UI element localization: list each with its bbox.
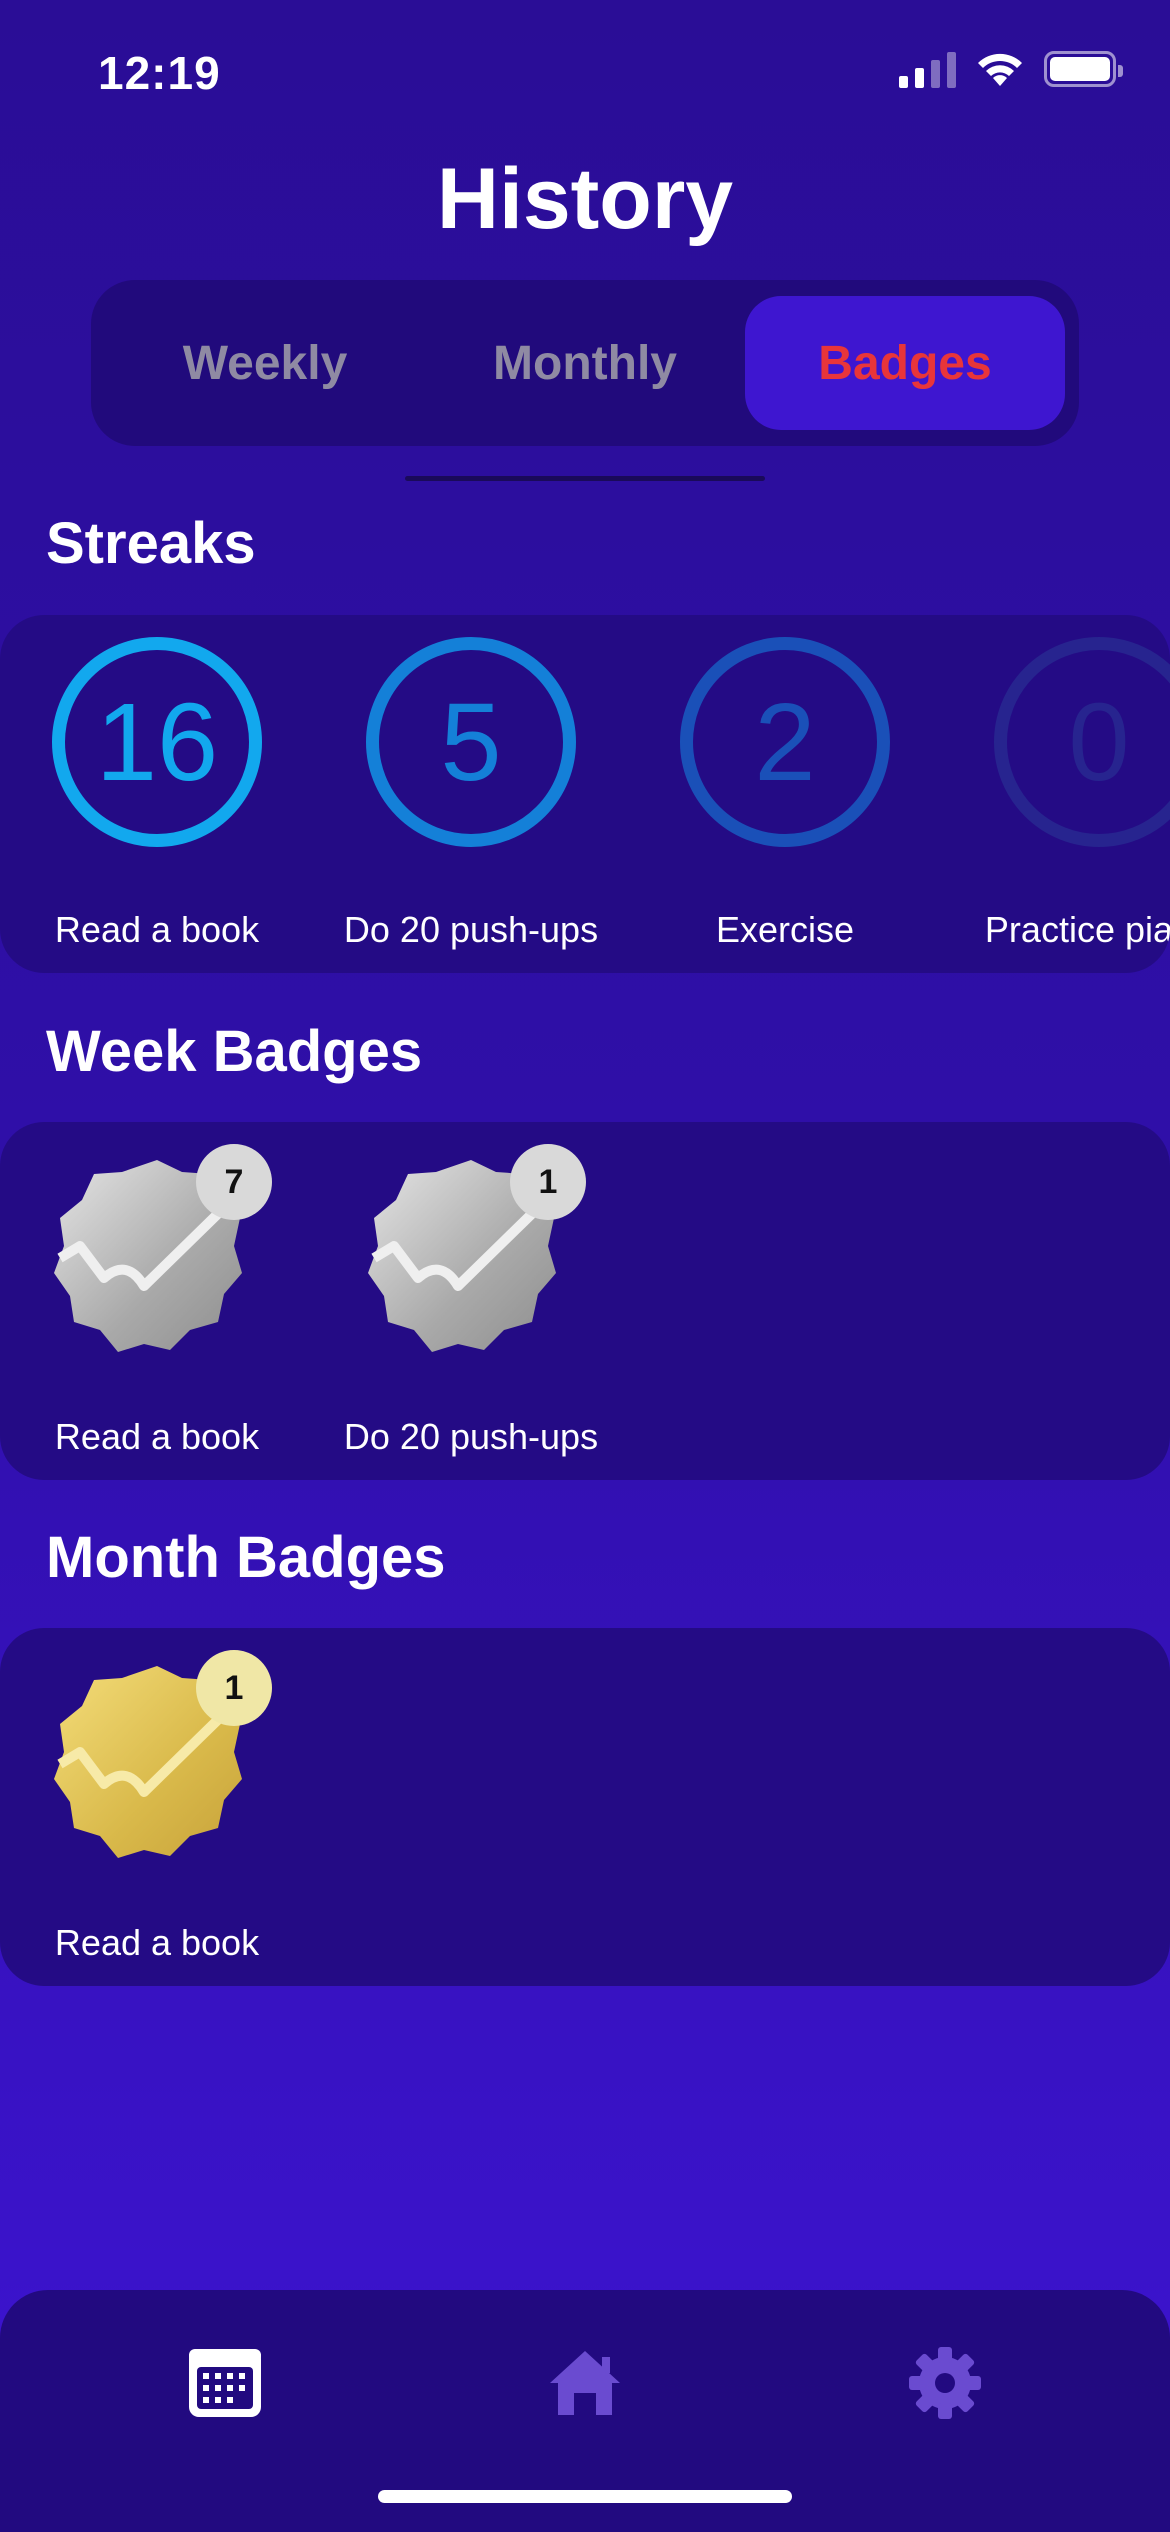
streak-item[interactable]: 16 Read a book [0, 615, 314, 973]
segment-badges[interactable]: Badges [745, 296, 1065, 430]
cellular-signal-icon [899, 50, 956, 88]
segmented-control: Weekly Monthly Badges [91, 280, 1079, 446]
tab-home[interactable] [530, 2328, 640, 2438]
segment-weekly[interactable]: Weekly [105, 296, 425, 430]
calendar-icon [189, 2349, 261, 2417]
streak-ring: 2 [680, 637, 890, 847]
home-indicator [378, 2490, 792, 2503]
segment-monthly[interactable]: Monthly [425, 296, 745, 430]
wifi-icon [978, 53, 1022, 86]
divider [405, 476, 765, 481]
week-badges-card: 7 Read a book 1 Do 20 push-ups [0, 1122, 1170, 1480]
home-icon [550, 2351, 620, 2415]
badge-label: Do 20 push-ups [343, 1416, 599, 1457]
streaks-title: Streaks [46, 511, 256, 576]
badge-label: Read a book [54, 1416, 260, 1457]
badge-item[interactable]: 7 Read a book [0, 1122, 314, 1480]
tab-settings[interactable] [890, 2328, 1000, 2438]
streak-item[interactable]: 5 Do 20 push-ups [314, 615, 628, 973]
streak-ring: 0 [994, 637, 1170, 847]
streaks-card[interactable]: 16 Read a book 5 Do 20 push-ups 2 Exerci… [0, 615, 1170, 973]
badge-count: 7 [196, 1144, 272, 1220]
streak-label: Do 20 push-ups [343, 909, 599, 950]
month-badges-title: Month Badges [46, 1525, 446, 1590]
streak-label: Practice piano [984, 909, 1170, 950]
week-badges-title: Week Badges [46, 1019, 423, 1084]
streak-item[interactable]: 2 Exercise [628, 615, 942, 973]
streak-label: Exercise [715, 909, 855, 950]
gear-icon [909, 2347, 981, 2419]
month-badges-card: 1 Read a book [0, 1628, 1170, 1986]
status-time: 12:19 [98, 47, 221, 99]
page-title: History [436, 151, 734, 247]
status-icons [899, 50, 1123, 88]
streak-ring: 16 [52, 637, 262, 847]
tab-history[interactable] [170, 2328, 280, 2438]
badge-item[interactable]: 1 Do 20 push-ups [314, 1122, 628, 1480]
streak-item[interactable]: 0 Practice piano [942, 615, 1170, 973]
battery-icon [1044, 51, 1123, 87]
badge-count: 1 [510, 1144, 586, 1220]
badge-label: Read a book [54, 1922, 260, 1963]
badge-count: 1 [196, 1650, 272, 1726]
streak-ring: 5 [366, 637, 576, 847]
status-bar: 12:19 [0, 0, 1170, 150]
badge-item[interactable]: 1 Read a book [0, 1628, 314, 1986]
streak-label: Read a book [54, 909, 260, 950]
